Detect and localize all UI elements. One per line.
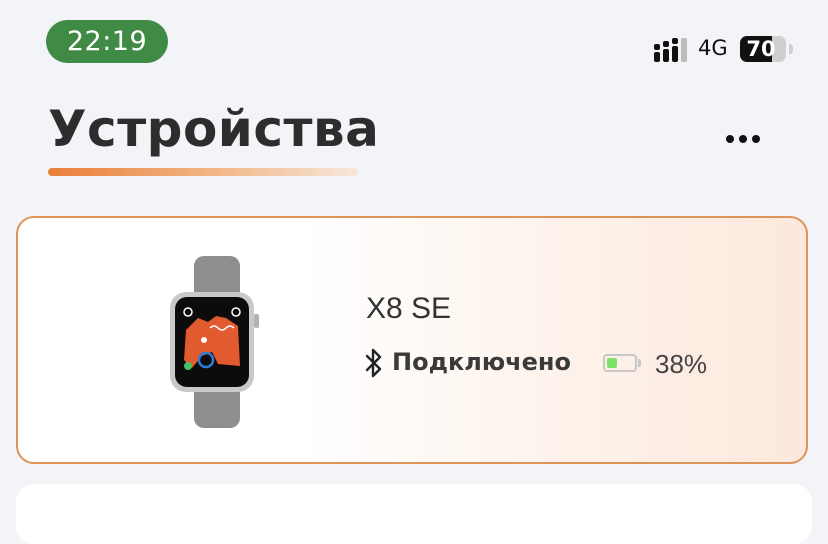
- device-battery-percent: 38%: [655, 349, 708, 379]
- device-name: X8 SE: [366, 292, 452, 325]
- signal-bar-1b: [654, 44, 660, 50]
- device-battery-fill: [607, 358, 617, 368]
- signal-bar-3b: [672, 38, 678, 44]
- status-time: 22:19: [46, 20, 168, 63]
- next-card[interactable]: [16, 484, 812, 544]
- device-battery-nub: [638, 359, 641, 367]
- smartwatch-image: [170, 256, 259, 428]
- device-card[interactable]: X8 SE Подключено 38%: [16, 216, 808, 464]
- bluetooth-icon: [365, 348, 382, 378]
- more-dot-icon: [752, 135, 760, 143]
- more-button[interactable]: [718, 124, 768, 154]
- signal-bar-4: [681, 38, 687, 62]
- cellular-signal-icon: [654, 38, 687, 62]
- device-battery-icon: [603, 354, 637, 372]
- battery-icon: 70: [740, 36, 786, 62]
- connection-status: Подключено: [392, 348, 571, 376]
- signal-bar-2: [663, 49, 669, 62]
- battery-nub: [789, 44, 793, 54]
- signal-bar-2b: [663, 41, 669, 47]
- signal-bar-1: [654, 52, 660, 62]
- title-underline: [48, 168, 358, 176]
- page-title: Устройства: [48, 100, 380, 158]
- signal-bar-3: [672, 46, 678, 62]
- battery-percent: 70: [746, 37, 776, 61]
- more-dot-icon: [726, 135, 734, 143]
- more-dot-icon: [739, 135, 747, 143]
- network-type: 4G: [698, 36, 728, 60]
